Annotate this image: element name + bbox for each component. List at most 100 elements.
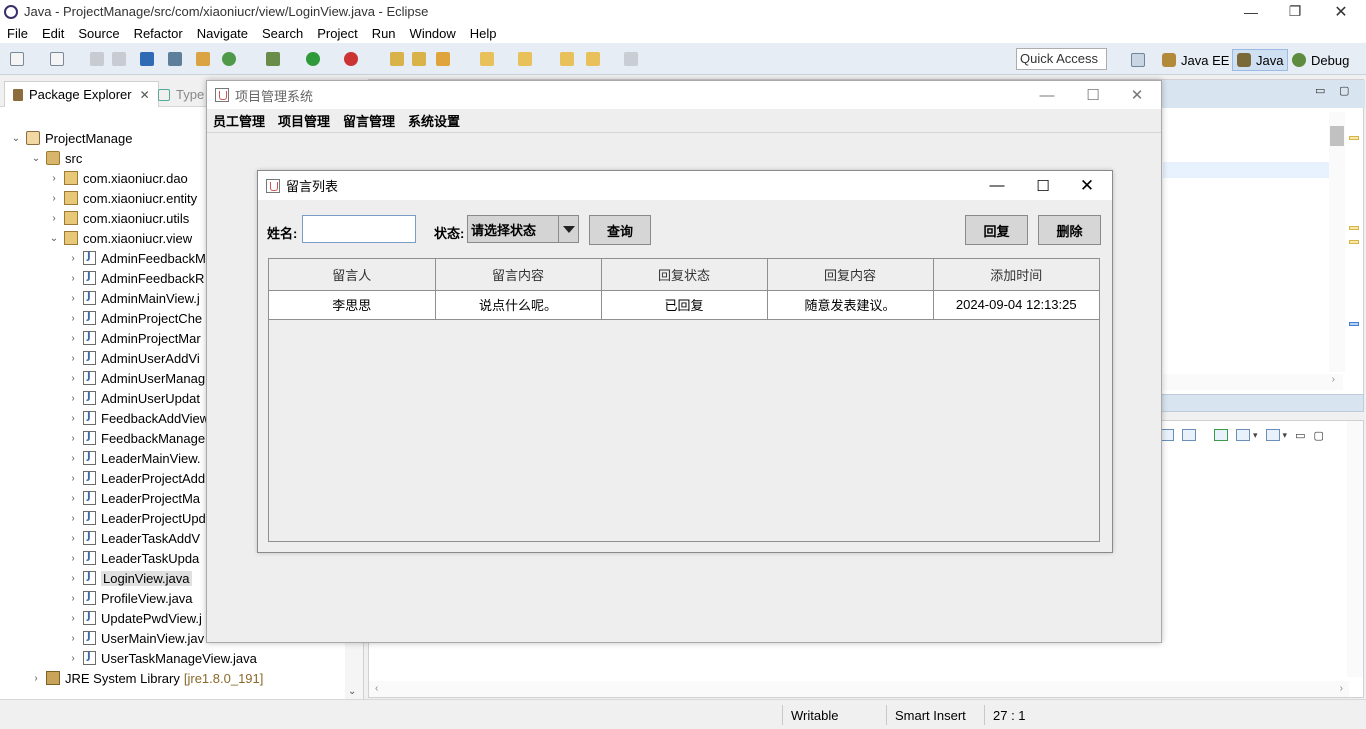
chevron-right-icon[interactable]: › [67, 293, 79, 304]
menu-source[interactable]: Source [71, 26, 126, 41]
dialog-maximize-button[interactable]: ☐ [1020, 171, 1066, 200]
chevron-right-icon[interactable]: › [67, 553, 79, 564]
tab-type-hierarchy[interactable]: Type [158, 87, 204, 102]
cell-created-time[interactable]: 2024-09-04 12:13:25 [933, 290, 1099, 320]
message-table-scrollpane[interactable]: 留言人 留言内容 回复状态 回复内容 添加时间 李思思 说点什么呢。 已回复 随… [268, 258, 1100, 542]
chevron-right-icon[interactable]: › [67, 613, 79, 624]
chevron-right-icon[interactable]: › [67, 253, 79, 264]
tree-item-java-file[interactable]: › LeaderMainView. [67, 448, 200, 468]
menu-refactor[interactable]: Refactor [127, 26, 190, 41]
save-all-icon[interactable] [112, 52, 126, 66]
dialog-close-button[interactable]: ✕ [1064, 171, 1110, 200]
menu-message-management[interactable]: 留言管理 [341, 111, 402, 130]
new-package-icon[interactable] [50, 52, 64, 66]
chevron-down-icon[interactable]: ▾ [1253, 430, 1258, 441]
menu-project-management[interactable]: 项目管理 [276, 111, 337, 130]
cell-sender[interactable]: 李思思 [269, 290, 436, 320]
tree-item-project[interactable]: ⌄ ProjectManage [10, 128, 133, 148]
chevron-right-icon[interactable]: › [67, 353, 79, 364]
tree-item-java-file[interactable]: › AdminMainView.j [67, 288, 199, 308]
tree-item-java-file[interactable]: › FeedbackManage [67, 428, 205, 448]
app-close-button[interactable]: ✕ [1115, 81, 1159, 109]
next-annotation-icon[interactable] [480, 52, 494, 66]
debug-icon[interactable] [266, 52, 280, 66]
tree-item-java-file[interactable]: › FeedbackAddView [67, 408, 209, 428]
menu-project[interactable]: Project [310, 26, 364, 41]
tree-item-java-file[interactable]: › UserMainView.jav [67, 628, 204, 648]
tree-item-java-file[interactable]: › AdminProjectChe [67, 308, 202, 328]
last-edit-icon[interactable] [560, 52, 574, 66]
cell-reply-content[interactable]: 随意发表建议。 [767, 290, 934, 320]
new-icon[interactable] [10, 52, 24, 66]
scroll-thumb[interactable] [1330, 126, 1344, 146]
chevron-down-icon[interactable]: ⌄ [48, 233, 60, 244]
console-vertical-scrollbar[interactable] [1347, 421, 1363, 677]
chevron-right-icon[interactable]: › [67, 513, 79, 524]
display-console-icon[interactable] [1160, 429, 1174, 441]
tree-item-java-file[interactable]: › LeaderProjectAdd [67, 468, 205, 488]
tree-item-java-file[interactable]: › AdminUserAddVi [67, 348, 199, 368]
menu-file[interactable]: File [0, 26, 35, 41]
quick-access-field[interactable]: Quick Access [1016, 48, 1107, 70]
menu-system-settings[interactable]: 系统设置 [406, 111, 467, 130]
app-minimize-button[interactable]: — [1025, 81, 1069, 109]
forward-icon[interactable] [624, 52, 638, 66]
chevron-right-icon[interactable]: › [67, 573, 79, 584]
scroll-right-icon[interactable]: › [1340, 683, 1343, 695]
chevron-right-icon[interactable]: › [67, 533, 79, 544]
menu-employee-management[interactable]: 员工管理 [211, 111, 272, 130]
tree-item-package[interactable]: ⌄ com.xiaoniucr.view [48, 228, 192, 248]
status-dropdown[interactable]: 请选择状态 [467, 215, 579, 243]
reply-button[interactable]: 回复 [965, 215, 1028, 245]
remove-launch-icon[interactable] [1182, 429, 1196, 441]
scroll-down-icon[interactable]: ⌄ [348, 686, 356, 697]
annotation-marker[interactable] [1349, 322, 1359, 326]
dialog-minimize-button[interactable]: — [974, 171, 1020, 200]
tree-item-package[interactable]: › com.xiaoniucr.dao [48, 168, 187, 188]
restore-button[interactable]: ❐ [1272, 0, 1318, 23]
tree-item-java-file[interactable]: › AdminFeedbackM [67, 248, 205, 268]
chevron-down-icon[interactable]: ▾ [1283, 430, 1288, 441]
maximize-view-icon[interactable]: ▢ [1339, 84, 1349, 97]
chevron-right-icon[interactable]: › [67, 453, 79, 464]
chevron-right-icon[interactable]: › [67, 313, 79, 324]
new-console-icon[interactable] [1265, 429, 1280, 441]
chevron-right-icon[interactable]: › [67, 333, 79, 344]
prev-annotation-icon[interactable] [518, 52, 532, 66]
app-maximize-button[interactable]: ☐ [1071, 81, 1115, 109]
menu-edit[interactable]: Edit [35, 26, 71, 41]
search-tool-icon[interactable] [436, 52, 450, 66]
menu-help[interactable]: Help [463, 26, 504, 41]
perspective-debug[interactable]: Debug [1288, 49, 1353, 71]
column-header-reply-status[interactable]: 回复状态 [601, 259, 768, 291]
minimize-button[interactable]: — [1228, 0, 1274, 23]
table-row[interactable]: 李思思 说点什么呢。 已回复 随意发表建议。 2024-09-04 12:13:… [269, 290, 1099, 320]
back-icon[interactable] [586, 52, 600, 66]
cell-content[interactable]: 说点什么呢。 [435, 290, 602, 320]
dropdown-arrow-icon[interactable] [558, 216, 578, 242]
open-type-icon[interactable] [390, 52, 404, 66]
skip-breakpoints-icon[interactable] [168, 52, 182, 66]
chevron-right-icon[interactable]: › [67, 473, 79, 484]
scroll-left-icon[interactable]: ‹ [375, 683, 378, 695]
tree-item-java-file[interactable]: › UpdatePwdView.j [67, 608, 202, 628]
chevron-right-icon[interactable]: › [67, 633, 79, 644]
tree-item-java-file[interactable]: › AdminProjectMar [67, 328, 200, 348]
chevron-right-icon[interactable]: › [67, 433, 79, 444]
tree-item-package[interactable]: › com.xiaoniucr.entity [48, 188, 197, 208]
open-perspective-icon[interactable] [1131, 53, 1145, 67]
column-header-created-time[interactable]: 添加时间 [933, 259, 1099, 291]
tab-package-explorer[interactable]: Package Explorer ✕ [4, 81, 159, 107]
tree-item-java-file[interactable]: › LeaderTaskUpda [67, 548, 199, 568]
open-console-icon[interactable] [1236, 429, 1250, 441]
chevron-right-icon[interactable]: › [67, 593, 79, 604]
build-icon[interactable] [196, 52, 210, 66]
column-header-content[interactable]: 留言内容 [435, 259, 602, 291]
tree-item-java-file[interactable]: › UserTaskManageView.java [67, 648, 257, 668]
tree-item-java-file[interactable]: › LeaderProjectMa [67, 488, 200, 508]
console-horizontal-scrollbar[interactable]: ‹ › [369, 681, 1349, 697]
minimize-view-icon[interactable]: ▭ [1315, 84, 1325, 97]
open-folder-icon[interactable] [412, 52, 426, 66]
chevron-down-icon[interactable]: ⌄ [30, 153, 42, 164]
chevron-right-icon[interactable]: › [48, 173, 60, 184]
